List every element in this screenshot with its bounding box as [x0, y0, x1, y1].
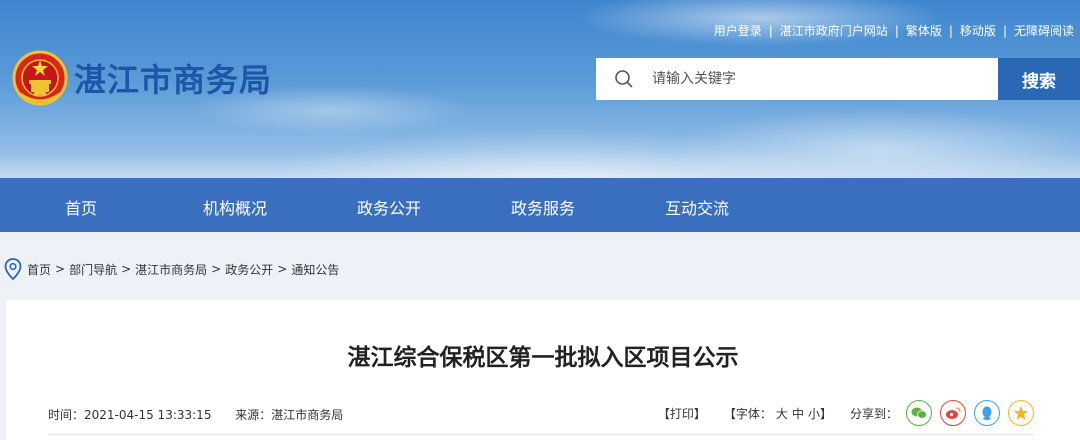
accessibility-link[interactable]: 无障碍阅读 [1014, 22, 1074, 39]
search-icon [615, 70, 633, 88]
breadcrumb: 首页 > 部门导航 > 湛江市商务局 > 政务公开 > 通知公告 [4, 258, 339, 280]
login-link[interactable]: 用户登录 [714, 22, 762, 39]
top-links: 用户登录 | 湛江市政府门户网站 | 繁体版 | 移动版 | 无障碍阅读 [714, 22, 1074, 39]
breadcrumb-home[interactable]: 首页 [27, 261, 51, 278]
font-size-close: 】 [819, 406, 832, 421]
qzone-icon[interactable] [1008, 400, 1034, 426]
search-box [596, 58, 998, 100]
breadcrumb-separator: > [55, 262, 66, 276]
header: 用户登录 | 湛江市政府门户网站 | 繁体版 | 移动版 | 无障碍阅读 湛江市… [0, 0, 1080, 178]
nav-item-services[interactable]: 政务服务 [511, 195, 575, 219]
nav-item-home[interactable]: 首页 [65, 195, 97, 219]
divider: | [894, 23, 899, 38]
weibo-icon[interactable] [940, 400, 966, 426]
breadcrumb-gov-affairs[interactable]: 政务公开 [225, 261, 273, 278]
breadcrumb-separator: > [121, 262, 132, 276]
article-title: 湛江综合保税区第一批拟入区项目公示 [347, 345, 739, 371]
site-title: 湛江市商务局 [74, 61, 273, 99]
share-label: 分享到： [849, 406, 898, 421]
traditional-chinese-link[interactable]: 繁体版 [906, 22, 942, 39]
nav-item-interaction[interactable]: 互动交流 [665, 195, 729, 219]
divider: | [1002, 23, 1007, 38]
font-size-large[interactable]: 大 [776, 405, 788, 422]
mobile-version-link[interactable]: 移动版 [960, 22, 996, 39]
font-size-label: 【字体： [723, 406, 772, 421]
nav-item-gov-affairs[interactable]: 政务公开 [357, 195, 421, 219]
article: 湛江综合保税区第一批拟入区项目公示 时间：2021-04-15 13:33:15… [6, 300, 1080, 440]
weibo-glyph-icon [946, 407, 961, 419]
print-button[interactable]: 【打印】 [658, 405, 706, 422]
wechat-glyph-icon [911, 407, 927, 419]
article-source: 来源：湛江市商务局 [235, 408, 344, 422]
gov-portal-link[interactable]: 湛江市政府门户网站 [780, 22, 888, 39]
divider: | [768, 23, 773, 38]
divider: | [948, 23, 953, 38]
font-size-small[interactable]: 小 [808, 405, 820, 422]
wechat-icon[interactable] [906, 400, 932, 426]
search-button[interactable]: 搜索 [998, 58, 1080, 100]
breadcrumb-bureau[interactable]: 湛江市商务局 [135, 261, 207, 278]
article-meta: 时间：2021-04-15 13:33:15 来源：湛江市商务局 [48, 406, 363, 423]
national-emblem-icon [12, 50, 68, 106]
search-input[interactable] [650, 70, 954, 88]
publish-time: 时间：2021-04-15 13:33:15 [48, 408, 212, 422]
main-nav: 首页 机构概况 政务公开 政务服务 互动交流 [0, 178, 1080, 232]
site-logo[interactable]: 湛江市商务局 [12, 50, 272, 106]
qq-icon[interactable] [974, 400, 1000, 426]
breadcrumb-separator: > [277, 262, 288, 276]
location-icon [4, 258, 22, 280]
article-tools: 【打印】 【字体： 大 中 小 】 分享到： [658, 400, 1034, 426]
font-size-medium[interactable]: 中 [792, 405, 804, 422]
breadcrumb-separator: > [211, 262, 222, 276]
nav-item-organization[interactable]: 机构概况 [203, 195, 267, 219]
qzone-star-icon [1014, 406, 1028, 420]
breadcrumb-notices[interactable]: 通知公告 [291, 261, 339, 278]
search-bar: 搜索 [596, 58, 1080, 100]
qq-glyph-icon [982, 406, 992, 420]
breadcrumb-dept-nav[interactable]: 部门导航 [69, 261, 117, 278]
divider [48, 434, 1034, 435]
